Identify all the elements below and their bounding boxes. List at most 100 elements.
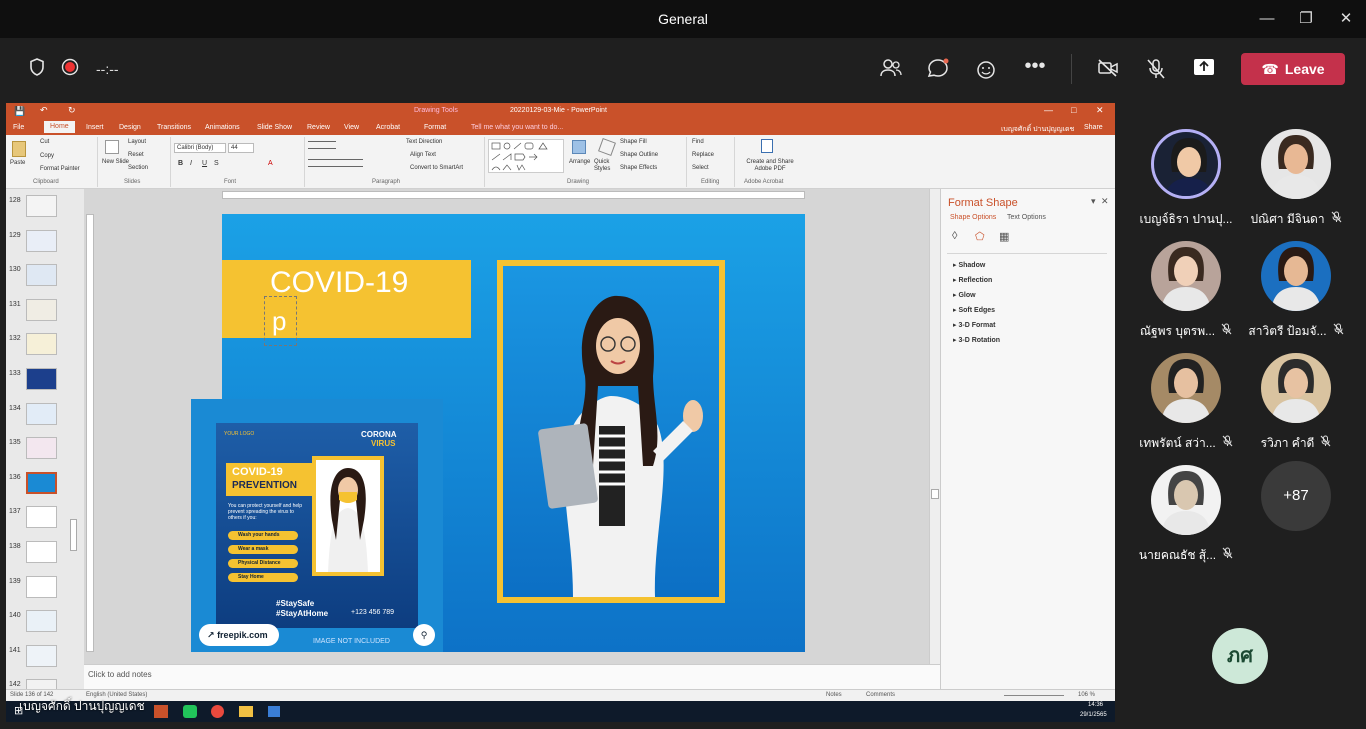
slide-thumbnail[interactable] [26,298,57,321]
share-button[interactable]: Share [1084,124,1103,131]
editor-scroll-thumb[interactable] [931,489,939,499]
layout-button[interactable]: Layout [128,139,146,145]
tab-file[interactable]: File [13,124,24,131]
format-section-shadow[interactable]: ▸ Shadow [953,261,985,269]
font-size-select[interactable]: 44 [228,143,254,153]
minimize-icon[interactable]: — [1257,9,1277,29]
tab-design[interactable]: Design [119,124,141,131]
tab-review[interactable]: Review [307,124,330,131]
tab-transitions[interactable]: Transitions [157,124,191,131]
folder-icon[interactable] [239,706,253,717]
new-slide-icon[interactable] [105,140,119,154]
line-app-icon[interactable] [183,705,197,718]
editor-scrollbar[interactable] [929,189,940,664]
chat-icon[interactable] [927,58,949,80]
comments-toggle[interactable]: Comments [866,692,895,698]
slide-thumbnail[interactable] [26,506,57,529]
zoom-level[interactable]: 106 % [1078,692,1095,698]
participant-avatar[interactable] [1261,241,1331,311]
redo-icon[interactable]: ↻ [68,105,76,116]
people-icon[interactable] [880,58,902,80]
tab-insert[interactable]: Insert [86,124,104,131]
restore-icon[interactable]: ❐ [1296,9,1316,29]
select-button[interactable]: Select [692,165,709,171]
self-avatar[interactable]: ภศ [1212,628,1268,684]
arrange-icon[interactable] [572,140,586,154]
format-section-3-d-format[interactable]: ▸ 3-D Format [953,321,995,329]
paste-icon[interactable] [12,141,26,157]
share-screen-icon[interactable] [1193,58,1215,80]
camera-off-icon[interactable] [1097,58,1119,80]
fill-line-icon[interactable]: ◊ [952,230,957,242]
pane-close-icon[interactable]: ✕ [1101,196,1109,207]
participant-avatar[interactable] [1151,465,1221,535]
slide-thumbnail[interactable] [26,541,57,563]
tab-acrobat[interactable]: Acrobat [376,124,400,131]
tab-animations[interactable]: Animations [205,124,240,131]
slide-thumbnail[interactable] [26,471,57,494]
effects-icon[interactable]: ⬠ [975,230,985,243]
section-button[interactable]: Section [128,165,148,171]
find-button[interactable]: Find [692,139,704,145]
convert-smartart-button[interactable]: Convert to SmartArt [410,165,463,171]
tab-view[interactable]: View [344,124,359,131]
shape-outline-button[interactable]: Shape Outline [620,152,658,158]
format-section-3-d-rotation[interactable]: ▸ 3-D Rotation [953,336,1000,344]
text-direction-button[interactable]: Text Direction [406,139,442,145]
reset-button[interactable]: Reset [128,152,144,158]
mic-off-icon[interactable] [1145,58,1167,80]
zoom-slider[interactable] [1004,695,1064,696]
ppt-restore-icon[interactable]: □ [1071,105,1076,115]
font-name-select[interactable]: Calibri (Body) [174,143,226,153]
reaction-icon[interactable] [975,58,997,80]
text-options-tab[interactable]: Text Options [1007,214,1046,221]
participant-avatar[interactable] [1151,241,1221,311]
slide-thumbnail[interactable] [26,437,57,460]
zoom-lens-icon[interactable]: ⚲ [413,624,435,646]
chrome-icon[interactable] [211,705,224,718]
shape-options-tab[interactable]: Shape Options [950,214,996,221]
bold-button[interactable]: B [178,160,183,167]
tab-slideshow[interactable]: Slide Show [257,124,292,131]
underline-button[interactable]: U [202,160,207,167]
ppt-close-icon[interactable]: ✕ [1096,105,1104,116]
alignment-icons[interactable] [308,159,363,167]
tell-me-box[interactable]: Tell me what you want to do... [471,124,563,131]
slide-heading[interactable]: COVID-19 [270,266,408,300]
slide-thumbnail[interactable] [26,402,57,425]
photo-frame[interactable] [497,260,725,603]
align-text-button[interactable]: Align Text [410,152,436,158]
slide-thumbnail[interactable] [26,644,57,667]
shape-effects-button[interactable]: Shape Effects [620,165,657,171]
participant-avatar[interactable] [1261,353,1331,423]
recording-icon[interactable] [59,58,81,80]
pane-options-icon[interactable]: ▾ [1091,196,1096,207]
more-participants-button[interactable]: +87 [1261,461,1331,531]
save-icon[interactable]: 💾 [14,106,25,117]
shield-icon[interactable] [26,58,48,80]
format-section-reflection[interactable]: ▸ Reflection [953,276,992,284]
shadow-button[interactable]: S [214,160,219,167]
format-section-soft-edges[interactable]: ▸ Soft Edges [953,306,995,314]
app-task-icon[interactable] [268,706,280,717]
powerpoint-task-icon[interactable] [154,705,168,718]
slide-thumbnail[interactable] [26,610,57,633]
leave-button[interactable]: ☎ Leave [1241,53,1345,85]
paste-label[interactable]: Paste [10,160,25,166]
shapes-gallery[interactable] [488,139,564,173]
more-icon[interactable]: ••• [1024,56,1046,80]
slide-canvas[interactable]: COVID-19 p YOUR LOGO CORONA VIRUS COVID-… [191,214,805,652]
tab-home[interactable]: Home [44,121,75,133]
slide-thumbnail[interactable] [26,333,57,356]
font-color-button[interactable]: A [268,160,273,167]
bullets-icon[interactable] [308,141,336,149]
slide-thumbnail[interactable] [26,195,57,217]
format-section-glow[interactable]: ▸ Glow [953,291,976,299]
copy-button[interactable]: Copy [40,153,54,159]
notes-pane[interactable]: Click to add notes [84,664,940,689]
new-slide-button[interactable]: New Slide [102,159,129,165]
shape-fill-button[interactable]: Shape Fill [620,139,647,145]
replace-button[interactable]: Replace [692,152,714,158]
pdf-icon[interactable] [761,139,773,153]
textbox-selection[interactable] [264,296,297,346]
